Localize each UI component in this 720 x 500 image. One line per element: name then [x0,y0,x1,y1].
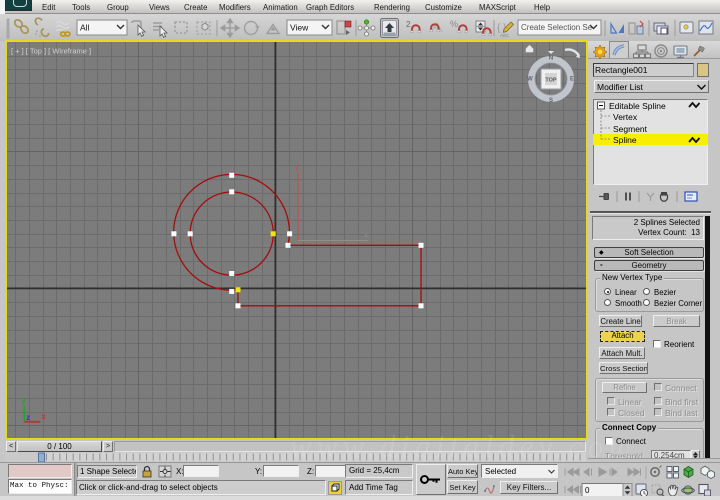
svg-text:z: z [26,413,30,422]
svg-text:All: All [80,23,90,33]
svg-text:TOP: TOP [545,78,557,84]
svg-text:x: x [41,412,46,421]
svg-text:N: N [549,56,553,62]
svg-text:0: 0 [585,486,590,495]
svg-text:Segment: Segment [613,124,648,134]
svg-text:y: y [295,163,299,172]
svg-text:Editable Spline: Editable Spline [609,101,666,111]
svg-text:Vertex: Vertex [613,112,638,122]
svg-text:x: x [364,231,368,240]
svg-text:E: E [570,77,574,83]
svg-text:View: View [290,23,309,33]
svg-text:2: 2 [406,20,411,29]
svg-text:%: % [450,19,458,29]
svg-text:S: S [549,98,553,104]
svg-text:Spline: Spline [613,135,637,145]
svg-text:Create Selection Se: Create Selection Se [521,23,593,32]
svg-text:W: W [527,77,533,83]
svg-text:y: y [21,396,26,405]
svg-text:[ + ] [ Top ] [ Wireframe ]: [ + ] [ Top ] [ Wireframe ] [11,47,91,56]
svg-text:ABC: ABC [500,33,510,38]
